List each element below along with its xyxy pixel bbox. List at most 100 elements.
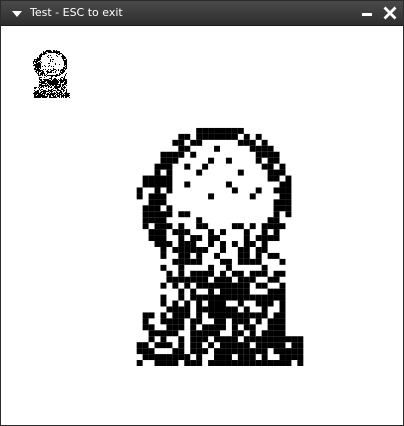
portrait-pixel xyxy=(208,157,215,164)
portrait-pixel xyxy=(178,288,185,295)
thumbnail-pixel xyxy=(40,96,41,97)
thumbnail-pixel xyxy=(39,75,40,76)
thumbnail-pixel xyxy=(55,79,56,80)
thumbnail-pixel xyxy=(64,93,65,94)
thumbnail-pixel xyxy=(57,87,58,88)
portrait-pixel xyxy=(279,199,286,206)
thumbnail-pixel xyxy=(56,84,57,85)
portrait-pixel xyxy=(279,205,286,212)
portrait-pixel xyxy=(261,241,268,247)
thumbnail-pixel xyxy=(40,66,41,67)
portrait-pixel xyxy=(297,348,304,355)
portrait-pixel xyxy=(279,324,286,331)
thumbnail-pixel xyxy=(58,95,59,96)
thumbnail-pixel xyxy=(57,96,58,97)
portrait-pixel xyxy=(184,133,191,140)
portrait-pixel xyxy=(142,342,149,349)
close-icon[interactable] xyxy=(382,5,398,21)
thumbnail-pixel xyxy=(52,52,53,53)
portrait-pixel xyxy=(261,354,268,361)
portrait-pixel xyxy=(208,360,215,366)
thumbnail-pixel xyxy=(58,52,59,53)
portrait-pixel xyxy=(279,354,286,361)
portrait-pixel xyxy=(273,318,280,325)
portrait-pixel xyxy=(196,217,203,224)
thumbnail-pixel xyxy=(48,63,49,64)
thumbnail-pixel xyxy=(52,70,53,71)
thumbnail-pixel xyxy=(55,90,56,91)
thumbnail-pixel xyxy=(41,85,42,86)
thumbnail-pixel xyxy=(53,69,54,70)
portrait-pixel xyxy=(196,300,203,307)
thumbnail-pixel xyxy=(51,87,52,88)
portrait-pixel xyxy=(172,229,179,236)
thumbnail-pixel xyxy=(59,75,60,76)
thumbnail-pixel xyxy=(61,80,62,81)
thumbnail-pixel xyxy=(53,75,54,76)
thumbnail-pixel xyxy=(66,63,67,64)
thumbnail-pixel xyxy=(60,85,61,86)
thumbnail-pixel xyxy=(49,92,50,93)
canvas-area xyxy=(1,26,403,425)
thumbnail-pixel xyxy=(37,66,38,67)
portrait-pixel xyxy=(190,270,197,277)
portrait-pixel xyxy=(196,139,203,146)
thumbnail-pixel xyxy=(68,96,69,97)
portrait-pixel xyxy=(154,205,161,212)
portrait-pixel xyxy=(237,139,244,146)
thumbnail-pixel xyxy=(33,93,34,94)
thumbnail-pixel xyxy=(56,88,57,89)
portrait-pixel xyxy=(184,258,191,265)
portrait-pixel xyxy=(148,217,155,224)
minimize-icon[interactable] xyxy=(359,5,375,21)
thumbnail-pixel xyxy=(60,84,61,85)
portrait-pixel xyxy=(243,241,250,247)
thumbnail-pixel xyxy=(54,84,55,85)
thumbnail-pixel xyxy=(62,56,63,57)
thumbnail-pixel xyxy=(58,82,59,83)
thumbnail-pixel xyxy=(46,74,47,75)
thumbnail-pixel xyxy=(66,64,67,65)
portrait-pixel xyxy=(160,181,167,188)
portrait-pixel xyxy=(273,294,280,301)
portrait-pixel xyxy=(220,300,226,307)
portrait-pixel xyxy=(196,252,203,259)
thumbnail-pixel xyxy=(56,50,57,51)
portrait-pixel xyxy=(142,205,149,212)
thumbnail-pixel xyxy=(66,80,67,81)
portrait-pixel xyxy=(249,276,256,283)
thumbnail-pixel xyxy=(64,82,65,83)
portrait-pixel xyxy=(249,193,256,200)
thumbnail-pixel xyxy=(47,71,48,72)
portrait-pixel xyxy=(154,354,161,361)
thumbnail-pixel xyxy=(41,54,42,55)
thumbnail-pixel xyxy=(65,95,66,96)
thumbnail-pixel xyxy=(42,54,43,55)
portrait-pixel xyxy=(225,360,232,366)
thumbnail-pixel xyxy=(65,84,66,85)
title-bar[interactable]: Test - ESC to exit xyxy=(1,1,403,26)
thumbnail-pixel xyxy=(35,67,36,68)
portrait-pixel xyxy=(231,241,238,247)
thumbnail-pixel xyxy=(50,83,51,84)
thumbnail-pixel xyxy=(40,71,41,72)
chevron-down-icon[interactable] xyxy=(10,8,24,20)
portrait-pixel xyxy=(178,348,185,355)
thumbnail-pixel xyxy=(64,67,65,68)
thumbnail-pixel xyxy=(61,95,62,96)
thumbnail-pixel xyxy=(48,93,49,94)
thumbnail-pixel xyxy=(38,87,39,88)
portrait-pixel xyxy=(202,270,209,277)
portrait-pixel xyxy=(220,342,226,349)
portrait-pixel xyxy=(285,354,292,361)
portrait-pixel xyxy=(243,312,250,319)
thumbnail-pixel xyxy=(38,73,39,74)
thumbnail-pixel xyxy=(48,55,49,56)
thumbnail-pixel xyxy=(60,81,61,82)
thumbnail-pixel xyxy=(60,53,61,54)
portrait-pixel xyxy=(267,288,274,295)
thumbnail-pixel xyxy=(56,52,57,53)
thumbnail-pixel xyxy=(48,86,49,87)
portrait-pixel xyxy=(249,324,256,331)
portrait-pixel xyxy=(267,336,274,343)
